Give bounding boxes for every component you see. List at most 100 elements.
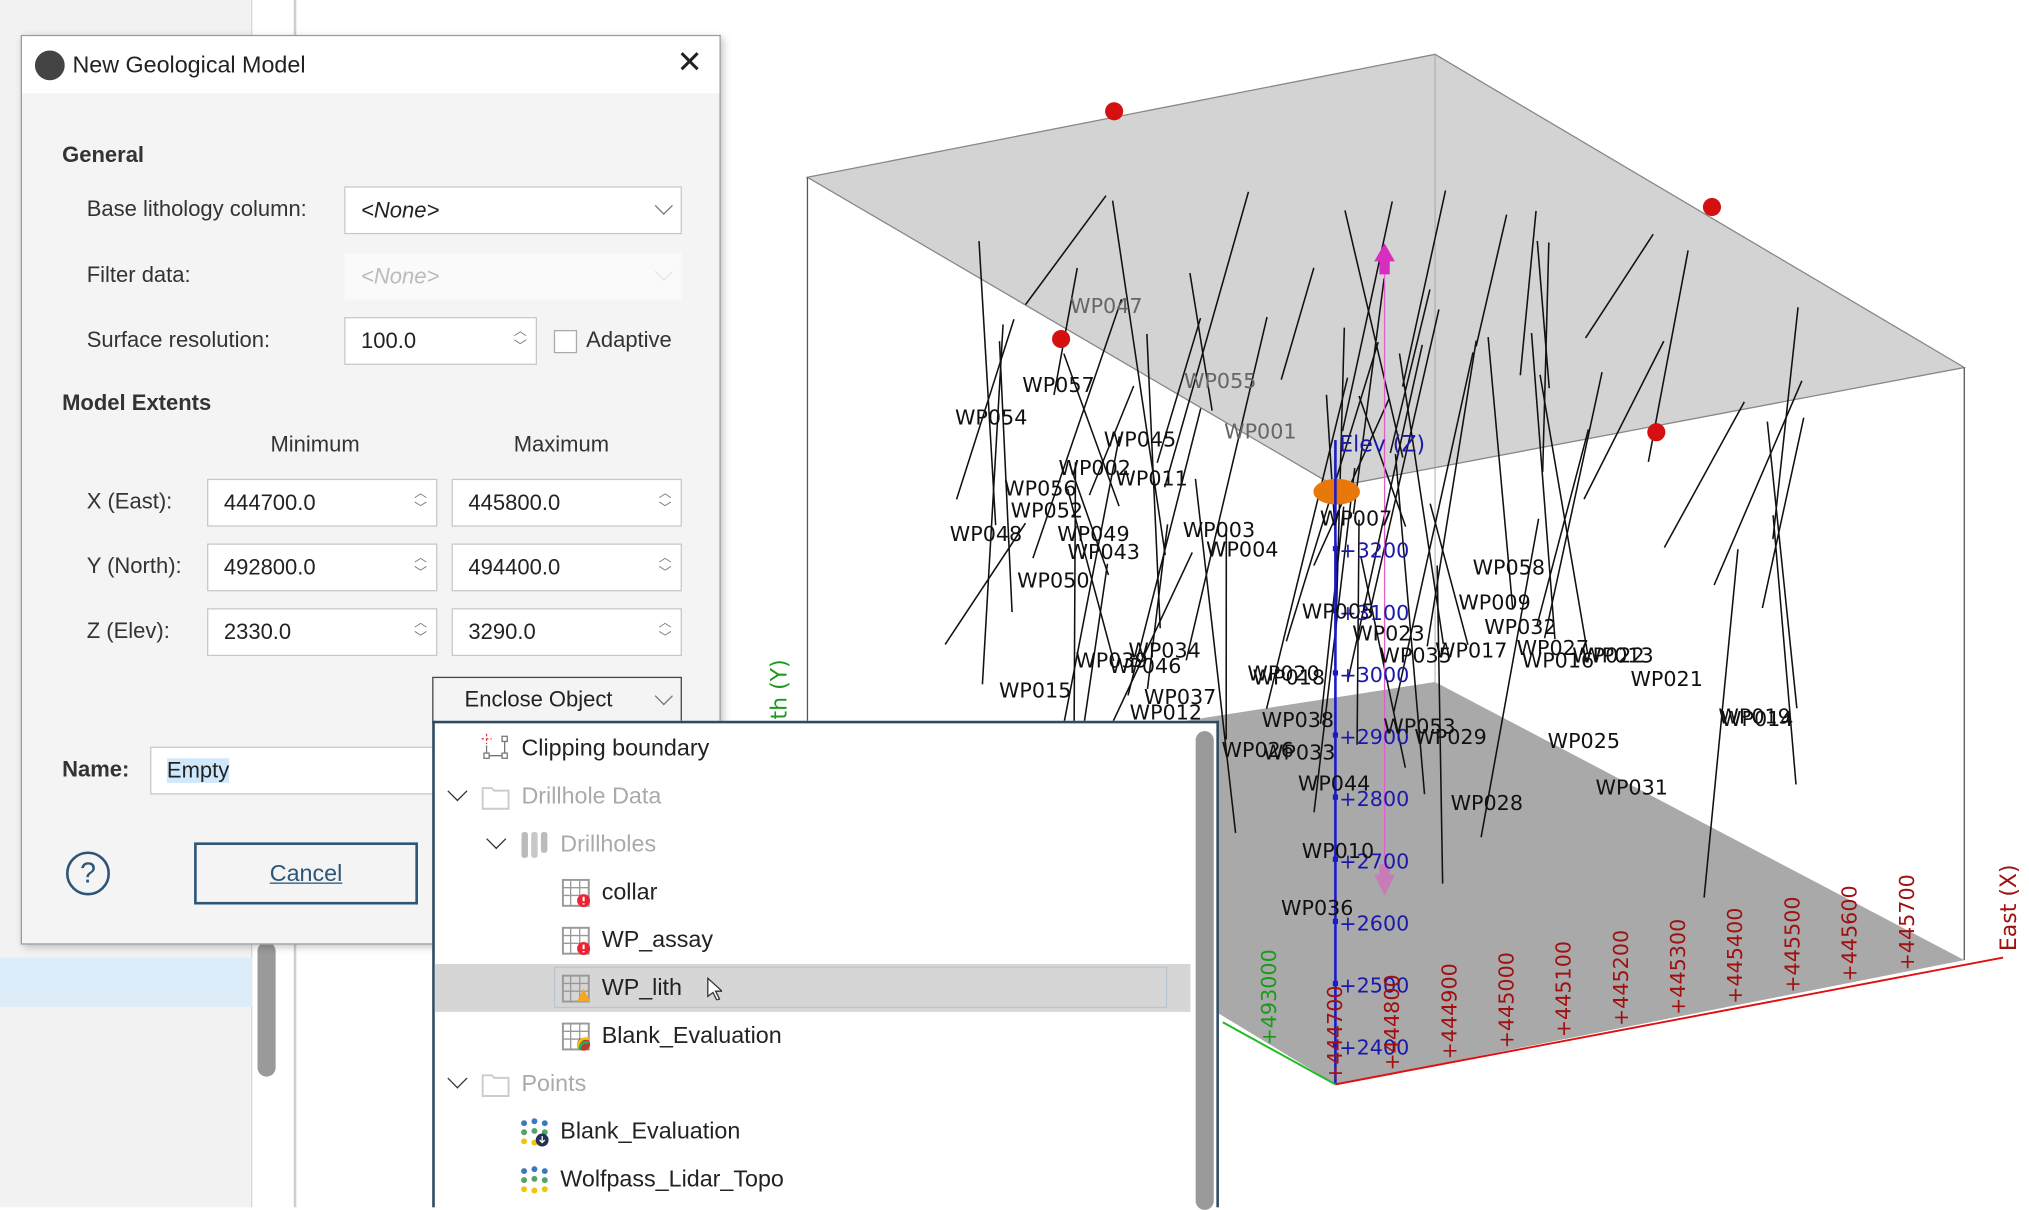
x-tick-label: +445300 bbox=[1666, 919, 1690, 1015]
well-label: WP013 bbox=[1581, 644, 1653, 668]
well-label: WP023 bbox=[1352, 622, 1424, 646]
enclose-object-label: Enclose Object bbox=[465, 687, 613, 712]
spinner-arrows-icon[interactable]: ︿﹀ bbox=[413, 487, 429, 518]
dropdown-scrollbar[interactable] bbox=[1196, 731, 1214, 1210]
spinner-arrows-icon[interactable]: ︿﹀ bbox=[657, 616, 673, 647]
table-evaluation-icon bbox=[562, 1022, 590, 1050]
well-label: WP033 bbox=[1263, 741, 1335, 765]
collar-marker bbox=[1647, 423, 1665, 441]
base-lithology-value: <None> bbox=[361, 198, 439, 223]
dropdown-item[interactable]: collar bbox=[435, 868, 1191, 916]
expand-chevron-icon[interactable] bbox=[486, 829, 506, 849]
x-tick-label: +445700 bbox=[1895, 874, 1919, 970]
spinner-arrows-icon[interactable]: ︿﹀ bbox=[657, 551, 673, 582]
table-error-icon bbox=[562, 927, 590, 955]
collar-marker bbox=[1105, 102, 1123, 120]
spinner-arrows-icon[interactable]: ︿﹀ bbox=[512, 325, 528, 356]
adaptive-label: Adaptive bbox=[586, 327, 672, 353]
dialog-titlebar: New Geological Model ✕ bbox=[22, 36, 719, 93]
expand-chevron-icon[interactable] bbox=[447, 1068, 467, 1088]
x-axis-label: East (X) bbox=[1997, 864, 2022, 951]
extent-max-input[interactable]: 494400.0 ︿﹀ bbox=[452, 543, 682, 591]
surface-resolution-input[interactable]: 100.0 ︿﹀ bbox=[344, 317, 537, 365]
enclose-object-button[interactable]: Enclose Object bbox=[432, 677, 682, 724]
expand-chevron-icon[interactable] bbox=[447, 781, 467, 801]
well-label: WP011 bbox=[1115, 466, 1187, 490]
dropdown-item-label: Drillholes bbox=[560, 820, 656, 868]
general-heading: General bbox=[62, 142, 144, 168]
name-label: Name: bbox=[62, 757, 129, 783]
dropdown-item[interactable]: Clipping boundary bbox=[435, 725, 1191, 773]
chevron-down-icon bbox=[655, 687, 673, 705]
extent-min-input[interactable]: 444700.0 ︿﹀ bbox=[207, 479, 437, 527]
well-label: WP028 bbox=[1451, 791, 1523, 815]
well-label: WP021 bbox=[1630, 667, 1702, 691]
well-label: WP007 bbox=[1320, 506, 1392, 530]
well-label: WP005 bbox=[1302, 600, 1374, 624]
dropdown-item[interactable]: WP_lith bbox=[435, 964, 1191, 1012]
drillhole-trace bbox=[1664, 402, 1744, 548]
spinner-arrows-icon[interactable]: ︿﹀ bbox=[413, 551, 429, 582]
name-input[interactable]: Empty bbox=[150, 747, 461, 795]
extent-max-input[interactable]: 3290.0 ︿﹀ bbox=[452, 608, 682, 656]
drillhole-trace bbox=[982, 324, 1003, 684]
extent-min-input[interactable]: 2330.0 ︿﹀ bbox=[207, 608, 437, 656]
dropdown-item[interactable]: WP_assay bbox=[435, 916, 1191, 964]
dropdown-item[interactable]: Blank_Evaluation bbox=[435, 1012, 1191, 1060]
dropdown-item-label: Clipping boundary bbox=[521, 725, 709, 773]
drillhole-trace bbox=[1773, 515, 1796, 784]
well-label: WP010 bbox=[1302, 839, 1374, 863]
dropdown-item: Drillhole Data bbox=[435, 773, 1191, 821]
table-warning-icon bbox=[562, 974, 590, 1002]
collar-marker bbox=[1703, 198, 1721, 216]
extent-row-label: Y (North): bbox=[87, 554, 182, 580]
dropdown-item: Drillholes bbox=[435, 820, 1191, 868]
spinner-arrows-icon[interactable]: ︿﹀ bbox=[657, 487, 673, 518]
x-tick-label: +445400 bbox=[1723, 908, 1747, 1004]
drillhole-trace bbox=[1537, 429, 1589, 626]
points-icon bbox=[520, 1166, 548, 1194]
well-label: WP047 bbox=[1070, 294, 1142, 318]
x-tick-label: +445000 bbox=[1494, 952, 1518, 1048]
z-axis-label: Elev (Z) bbox=[1339, 433, 1425, 458]
extent-row-label: X (East): bbox=[87, 489, 173, 515]
extent-max-value: 445800.0 bbox=[468, 490, 560, 515]
x-tick-label: +445600 bbox=[1838, 885, 1862, 981]
extent-min-value: 2330.0 bbox=[224, 620, 291, 645]
well-label: WP038 bbox=[1262, 708, 1334, 732]
extent-max-input[interactable]: 445800.0 ︿﹀ bbox=[452, 479, 682, 527]
geological-model-icon bbox=[35, 50, 65, 80]
z-tick bbox=[1333, 670, 1338, 675]
extent-max-value: 494400.0 bbox=[468, 555, 560, 580]
mouse-cursor-icon bbox=[707, 977, 723, 1000]
extent-min-input[interactable]: 492800.0︿﹀ bbox=[207, 543, 437, 591]
well-label: WP031 bbox=[1596, 776, 1668, 800]
minimum-header: Minimum bbox=[270, 432, 359, 458]
extent-min-value: 444700.0 bbox=[224, 490, 316, 515]
table-error-icon bbox=[562, 879, 590, 907]
base-lithology-select[interactable]: <None> bbox=[344, 186, 682, 234]
clipping-boundary-icon bbox=[481, 732, 509, 760]
extent-max-value: 3290.0 bbox=[468, 620, 535, 645]
adaptive-checkbox[interactable] bbox=[554, 330, 577, 353]
spinner-arrows-icon[interactable]: ︿﹀ bbox=[413, 616, 429, 647]
dropdown-item[interactable]: Wolfpass_Lidar_Topo bbox=[435, 1156, 1191, 1204]
well-label: WP029 bbox=[1414, 725, 1486, 749]
x-tick-label: +444700 bbox=[1323, 985, 1347, 1081]
cancel-button[interactable]: Cancel bbox=[194, 842, 418, 904]
well-label: WP054 bbox=[955, 405, 1027, 429]
drillholes-icon bbox=[520, 831, 548, 859]
close-icon[interactable]: ✕ bbox=[673, 47, 707, 81]
filter-data-select: <None> bbox=[344, 252, 682, 300]
well-label: WP046 bbox=[1109, 654, 1181, 678]
filter-data-label: Filter data: bbox=[87, 263, 191, 289]
dropdown-item[interactable]: Blank_Evaluation bbox=[435, 1108, 1191, 1156]
dialog-title: New Geological Model bbox=[72, 52, 305, 79]
dropdown-item-label: WP_assay bbox=[602, 916, 713, 964]
dropdown-item: Points bbox=[435, 1060, 1191, 1108]
help-button[interactable]: ? bbox=[66, 851, 110, 895]
well-label: WP036 bbox=[1281, 896, 1353, 920]
surface-resolution-value: 100.0 bbox=[361, 329, 416, 354]
drillhole-trace bbox=[1430, 504, 1468, 645]
model-extents-heading: Model Extents bbox=[62, 391, 211, 417]
